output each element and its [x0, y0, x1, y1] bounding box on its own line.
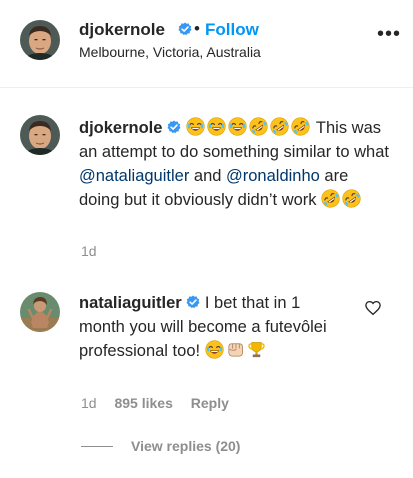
rolling-on-floor-laughing-emoji-icon — [249, 117, 268, 136]
view-replies-button[interactable]: View replies (20) — [131, 438, 240, 454]
reply-comment: nataliaguitler I bet that in 1 month you… — [79, 291, 349, 363]
like-heart-icon[interactable] — [364, 299, 382, 317]
trophy-emoji-icon — [247, 340, 266, 359]
tears-of-joy-emoji-icon — [228, 117, 247, 136]
comment-username[interactable]: nataliaguitler — [79, 294, 182, 312]
comment-timestamp[interactable]: 1d — [81, 395, 97, 411]
header-username[interactable]: djokernole — [79, 20, 165, 40]
tears-of-joy-emoji-icon — [205, 340, 224, 359]
post-header: djokernole • Follow Melbourne, Victoria,… — [0, 0, 413, 88]
rolling-on-floor-laughing-emoji-icon — [291, 117, 310, 136]
rolling-on-floor-laughing-emoji-icon — [321, 189, 340, 208]
mention-nataliaguitler[interactable]: @nataliaguitler — [79, 167, 189, 185]
follow-button[interactable]: Follow — [205, 20, 259, 40]
verified-badge-icon — [167, 120, 181, 134]
djokernole-avatar[interactable] — [20, 20, 60, 60]
comment-likes-count[interactable]: 895 likes — [114, 395, 172, 411]
caption-comment: djokernole This was an attempt to do som… — [79, 116, 389, 212]
caption-username[interactable]: djokernole — [79, 119, 162, 137]
tears-of-joy-emoji-icon — [207, 117, 226, 136]
mention-ronaldinho[interactable]: @ronaldinho — [226, 167, 320, 185]
view-replies-line — [81, 446, 113, 447]
rolling-on-floor-laughing-emoji-icon — [342, 189, 361, 208]
separator-dot: • — [194, 19, 200, 38]
fist-bump-emoji-icon — [226, 340, 245, 359]
djokernole-comment-avatar[interactable] — [20, 115, 60, 155]
rolling-on-floor-laughing-emoji-icon — [270, 117, 289, 136]
nataliaguitler-avatar[interactable] — [20, 292, 60, 332]
caption-text: and — [189, 167, 227, 185]
tears-of-joy-emoji-icon — [186, 117, 205, 136]
verified-badge-icon — [186, 295, 200, 309]
reply-button[interactable]: Reply — [191, 395, 229, 411]
location-link[interactable]: Melbourne, Victoria, Australia — [79, 44, 261, 60]
caption-timestamp[interactable]: 1d — [81, 243, 97, 259]
comment-meta: 1d 895 likes Reply — [81, 395, 243, 411]
verified-badge-icon — [178, 22, 192, 36]
more-options-icon[interactable]: ••• — [377, 24, 400, 51]
